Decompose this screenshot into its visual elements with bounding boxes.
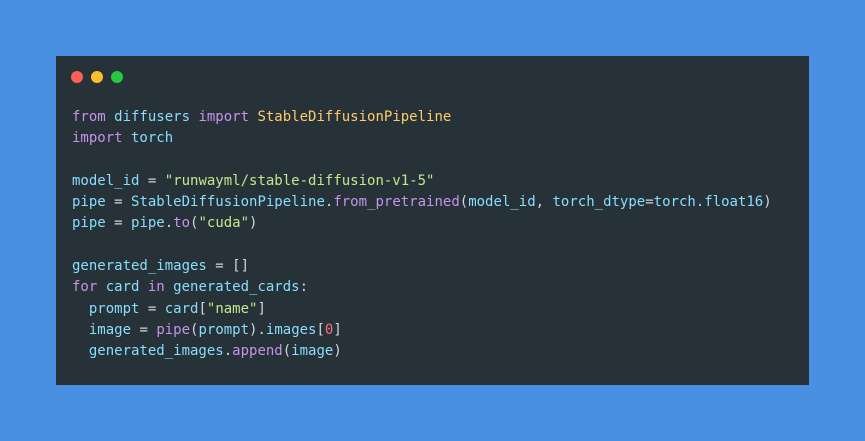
code-token: .: [164, 215, 174, 232]
code-line: image = pipe(prompt).images[0]: [72, 320, 772, 341]
code-token: pipe: [131, 215, 165, 232]
code-token: diffusers: [105, 109, 199, 125]
code-token: image: [72, 321, 132, 338]
code-token: ,: [535, 194, 553, 211]
code-token: prompt: [198, 321, 250, 338]
code-block: from diffusers import StableDiffusionPip…: [72, 107, 772, 363]
code-token: =: [139, 300, 165, 317]
code-token: [: [198, 300, 207, 317]
code-line: pipe = pipe.to("cuda"): [72, 213, 772, 234]
code-token: = []: [206, 258, 250, 275]
code-token: generated_images: [72, 343, 224, 360]
code-token: StableDiffusionPipeline: [131, 194, 325, 211]
code-line: for card in generated_cards:: [72, 277, 772, 298]
code-token: torch_dtype: [552, 194, 646, 211]
code-token: ): [249, 215, 258, 232]
code-line: generated_images.append(image): [72, 341, 772, 362]
code-token: =: [131, 321, 157, 338]
code-token: generated_cards: [164, 279, 300, 296]
code-token: from_pretrained: [333, 194, 460, 211]
code-token: =: [645, 194, 654, 211]
code-token: =: [139, 172, 165, 189]
minimize-dot-icon: [91, 71, 103, 83]
code-line: from diffusers import StableDiffusionPip…: [72, 107, 772, 128]
code-token: torch: [122, 130, 174, 147]
code-token: to: [173, 215, 191, 232]
code-token: "runwayml/stable-diffusion-v1-5": [164, 172, 435, 189]
code-line: import torch: [72, 128, 772, 149]
code-token: (: [282, 343, 292, 360]
code-token: =: [105, 194, 132, 211]
code-token: :: [299, 279, 309, 296]
code-token: ): [763, 194, 772, 211]
code-token: [: [316, 321, 325, 338]
code-line: prompt = card["name"]: [72, 299, 772, 320]
code-token: .: [223, 343, 233, 360]
code-token: (: [459, 194, 469, 211]
code-token: "cuda": [198, 215, 250, 232]
code-token: card: [164, 300, 199, 317]
code-token: append: [232, 343, 283, 360]
code-token: ): [333, 343, 342, 360]
code-token: import: [72, 130, 123, 147]
code-token: ]: [333, 321, 342, 338]
close-dot-icon: [71, 71, 83, 83]
code-line: generated_images = []: [72, 256, 772, 277]
code-token: torch.float16: [653, 194, 764, 211]
code-token: from: [72, 109, 106, 125]
code-token: generated_images: [72, 258, 207, 275]
code-token: model_id: [72, 172, 140, 189]
code-line: pipe = StableDiffusionPipeline.from_pret…: [72, 192, 772, 213]
code-token: pipe: [72, 194, 106, 211]
code-token: for: [72, 279, 98, 296]
code-token: images: [265, 321, 317, 338]
code-token: ]: [257, 300, 266, 317]
code-token: in: [147, 279, 165, 296]
code-token: pipe: [72, 215, 106, 232]
maximize-dot-icon: [111, 71, 123, 83]
code-token: image: [291, 343, 334, 360]
code-token: pipe: [156, 321, 191, 338]
code-window: from diffusers import StableDiffusionPip…: [56, 56, 809, 385]
code-token: ).: [249, 321, 266, 338]
code-line: model_id = "runwayml/stable-diffusion-v1…: [72, 171, 772, 192]
code-token: =: [105, 215, 132, 232]
code-token: prompt: [72, 300, 140, 317]
code-token: "name": [206, 300, 258, 317]
code-token: StableDiffusionPipeline: [257, 109, 452, 125]
code-token: model_id: [468, 194, 536, 211]
code-token: card: [97, 279, 148, 296]
code-token: import: [198, 109, 250, 125]
